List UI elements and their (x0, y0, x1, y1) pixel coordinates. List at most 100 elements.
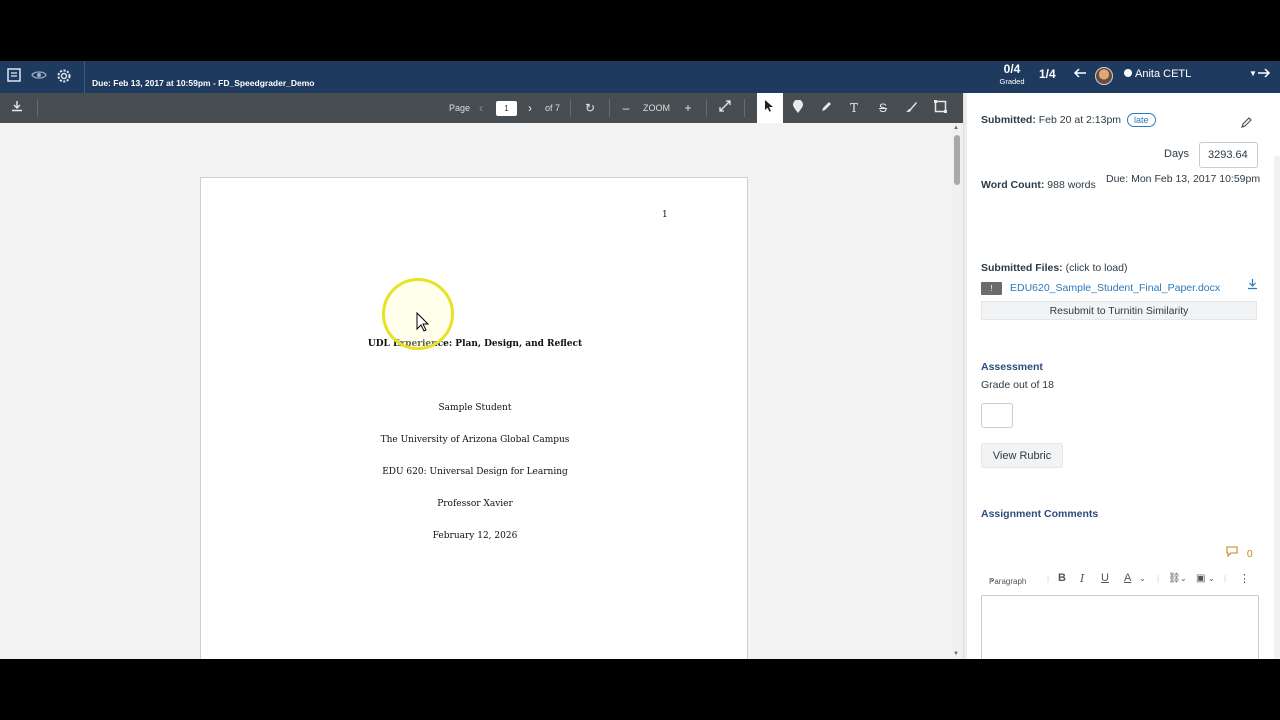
chevron-down-icon[interactable]: ⌄ (1208, 574, 1215, 583)
scrollbar-thumb[interactable] (954, 135, 960, 185)
comment-count-value: 0 (1246, 548, 1253, 560)
status-dot (1124, 69, 1132, 77)
pointer-icon (763, 99, 775, 116)
chevron-down-icon[interactable]: ⌄ (1180, 574, 1187, 583)
highlight-icon[interactable] (818, 100, 834, 116)
paper-title: UDL Experience: Plan, Design, and Reflec… (367, 339, 583, 349)
more-options-icon[interactable]: ⋮ (1239, 572, 1250, 585)
eye-icon[interactable] (30, 67, 48, 85)
late-badge: late (1126, 113, 1156, 127)
chevron-down-icon[interactable]: ▼ (1249, 69, 1257, 78)
underline-icon[interactable]: U (1101, 572, 1109, 584)
assignment-comments-heading: Assignment Comments (981, 508, 1099, 520)
student-position: 1/4 (1039, 67, 1056, 81)
student-name: Anita CETL (1135, 68, 1192, 80)
next-student-button[interactable] (1257, 66, 1271, 83)
panel-scrollbar[interactable] (1274, 156, 1280, 659)
grade-out-of-label: Grade out of 18 (981, 379, 1054, 391)
comment-editor[interactable] (981, 595, 1259, 659)
days-late-input[interactable]: 3293.64 (1199, 142, 1258, 168)
submitted-file-link[interactable]: EDU620_Sample_Student_Final_Paper.docx (1010, 282, 1220, 294)
zoom-in-icon[interactable]: + (680, 100, 696, 116)
zoom-label: ZOOM (643, 103, 670, 113)
days-label: Days (1164, 148, 1190, 160)
fullscreen-icon[interactable] (717, 100, 733, 116)
grade-input[interactable] (981, 403, 1013, 428)
prev-page-icon[interactable]: ‹ (473, 100, 489, 116)
comment-count: 0 (1226, 546, 1253, 560)
gradebook-icon[interactable] (5, 67, 23, 85)
page-count: of 7 (545, 103, 561, 113)
file-warning-icon: ! (981, 282, 1002, 295)
resubmit-turnitin-button[interactable]: Resubmit to Turnitin Similarity (981, 301, 1257, 320)
toolbar-divider: | (1157, 574, 1160, 583)
text-icon[interactable]: T (846, 100, 862, 116)
paper-line: The University of Arizona Global Campus (380, 435, 570, 445)
toolbar-divider (706, 99, 707, 117)
strikeout-icon[interactable]: S (875, 100, 891, 116)
toolbar-divider: | (1224, 574, 1227, 583)
rotate-icon[interactable]: ↻ (582, 100, 598, 116)
word-count-label: Word Count: (981, 179, 1045, 191)
document-viewer[interactable]: 1 UDL Experience: Plan, Design, and Refl… (0, 123, 952, 659)
scroll-up-icon[interactable]: ▲ (953, 125, 959, 131)
edit-status-button[interactable] (1240, 116, 1253, 132)
graded-counter: 0/4 Graded (996, 62, 1028, 86)
text-color-icon[interactable]: A (1124, 572, 1131, 584)
toolbar-divider (609, 99, 610, 117)
paper-line: EDU 620: Universal Design for Learning (382, 467, 568, 477)
submitted-files-hint: (click to load) (1065, 262, 1128, 274)
graded-count: 0/4 (1003, 62, 1021, 76)
paper-line: February 12, 2026 (432, 531, 518, 541)
block-format-value: Paragraph (989, 577, 1027, 586)
submitted-info: Submitted: Feb 20 at 2:13pm late (981, 113, 1156, 127)
toolbar-divider (37, 99, 38, 117)
scroll-down-icon[interactable]: ▼ (953, 651, 959, 657)
download-file-icon[interactable] (1247, 278, 1258, 293)
assessment-heading: Assessment (981, 361, 1043, 373)
word-count-value: 988 words (1047, 179, 1096, 191)
document-scrollbar[interactable]: ▲ ▼ (952, 123, 963, 659)
toolbar-divider: | (1047, 574, 1050, 583)
view-rubric-button[interactable]: View Rubric (981, 443, 1063, 468)
document-page[interactable]: 1 UDL Experience: Plan, Design, and Refl… (200, 177, 748, 659)
chevron-down-icon[interactable]: ⌄ (1139, 574, 1146, 583)
download-icon[interactable] (9, 100, 25, 116)
due-date-text: Due: Mon Feb 13, 2017 10:59pm (1106, 173, 1261, 185)
paper-line: Professor Xavier (437, 499, 513, 509)
header-divider (84, 61, 85, 93)
toolbar-divider (570, 99, 571, 117)
zoom-out-icon[interactable]: – (618, 100, 634, 116)
graded-label: Graded (999, 77, 1025, 86)
speedgrader-window: Due: Feb 13, 2017 at 10:59pm - FD_Speedg… (0, 61, 1280, 659)
assignment-due-text: Due: Feb 13, 2017 at 10:59pm - FD_Speedg… (92, 78, 315, 88)
student-selector[interactable]: Anita CETL (1124, 68, 1191, 80)
gear-icon[interactable] (55, 67, 73, 85)
comment-icon (1226, 546, 1238, 558)
pencil-icon (1241, 117, 1252, 128)
document-toolbar: Page ‹ 1 › of 7 ↻ – ZOOM + T S (0, 93, 963, 123)
area-icon[interactable] (932, 100, 948, 116)
next-page-icon[interactable]: › (522, 100, 538, 116)
avatar (1095, 67, 1113, 85)
submitted-label: Submitted: (981, 114, 1036, 126)
bold-icon[interactable]: B (1058, 572, 1066, 584)
submitted-files: Submitted Files: (click to load) (981, 262, 1127, 274)
page-number: 1 (662, 210, 668, 220)
grading-panel: Submitted: Feb 20 at 2:13pm late Days 32… (967, 93, 1280, 659)
italic-icon[interactable]: I (1080, 572, 1084, 585)
previous-student-button[interactable] (1073, 66, 1087, 83)
link-icon[interactable]: ⛓ (1168, 573, 1181, 584)
block-format-dropdown[interactable]: Paragraph ⌄ (989, 574, 1026, 586)
comment-editor-toolbar: Paragraph ⌄ | B I U A ⌄ | ⛓ ⌄ ▣ ⌄ | ⋮ (981, 571, 1261, 591)
page-number-input[interactable]: 1 (496, 101, 517, 116)
submitted-date: Feb 20 at 2:13pm (1038, 114, 1122, 126)
point-annotation-icon[interactable] (790, 99, 806, 116)
draw-icon[interactable] (903, 100, 919, 116)
mouse-pointer-icon (416, 312, 430, 332)
arrow-left-icon (1073, 68, 1086, 78)
submitted-files-label: Submitted Files: (981, 262, 1063, 274)
image-icon[interactable]: ▣ (1196, 573, 1205, 584)
toolbar-divider (744, 99, 745, 117)
pointer-tool-button[interactable] (757, 93, 783, 123)
